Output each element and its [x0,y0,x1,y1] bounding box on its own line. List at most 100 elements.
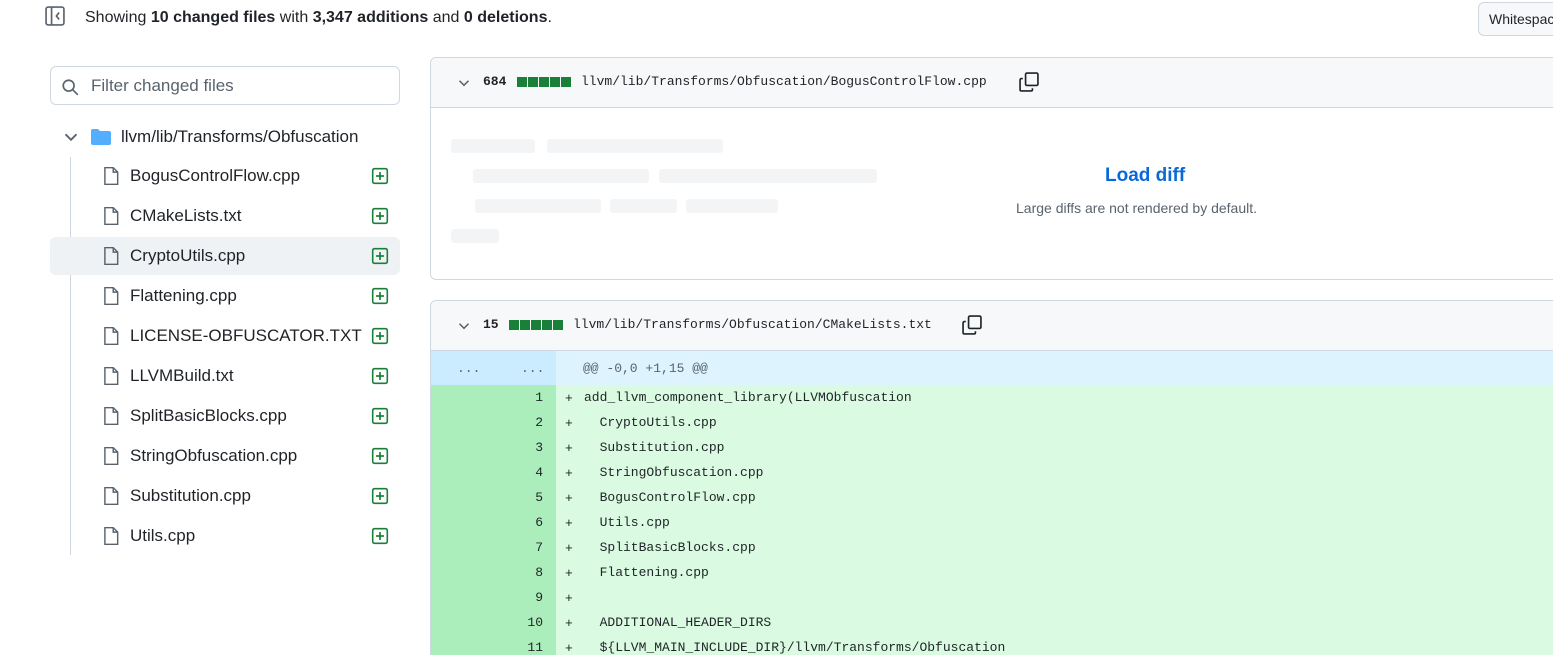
chevron-down-icon[interactable] [60,126,82,148]
tree-file-name: SplitBasicBlocks.cpp [130,406,287,425]
tree-file-item[interactable]: SplitBasicBlocks.cpp [50,397,400,435]
skeleton-line [659,169,877,183]
file-icon [104,206,119,226]
tree-file-item[interactable]: StringObfuscation.cpp [50,437,400,475]
addition-marker: + [565,516,573,531]
code-text: StringObfuscation.cpp [584,465,764,480]
filter-files-field[interactable] [50,66,400,105]
file-added-icon [371,447,389,465]
line-number[interactable]: 8 [491,565,543,580]
skeleton-line [686,199,778,213]
copy-icon[interactable] [961,314,983,336]
changed-files-count: 10 changed files [150,9,276,26]
code-text: CryptoUtils.cpp [584,415,717,430]
code-line-added: 5 + BogusControlFlow.cpp [431,485,1553,510]
addition-marker: + [565,591,573,606]
tree-file-name: LLVMBuild.txt [130,366,234,385]
summary-and: and [432,9,460,26]
tree-file-item[interactable]: LLVMBuild.txt [50,357,400,395]
tree-file-name: Flattening.cpp [130,286,237,305]
file-added-icon [371,207,389,225]
tree-file-item[interactable]: Substitution.cpp [50,477,400,515]
load-diff-link[interactable]: Load diff [1105,165,1185,187]
line-number[interactable]: 6 [491,515,543,530]
diff-file-path[interactable]: llvm/lib/Transforms/Obfuscation/CMakeLis… [573,317,932,332]
expand-down-button[interactable]: ... [521,361,544,376]
addition-marker: + [565,416,573,431]
diff-code: ... ... @@ -0,0 +1,15 @@ 1 + add_llvm_comp… [431,351,1553,655]
line-number[interactable]: 7 [491,540,543,555]
addition-marker: + [565,616,573,631]
summary-prefix: Showing [85,9,147,26]
code-text: BogusControlFlow.cpp [584,490,756,505]
addition-marker: + [565,541,573,556]
summary-with: with [279,9,309,26]
hunk-header: @@ -0,0 +1,15 @@ [583,361,708,376]
additions-count: 3,347 additions [312,9,429,26]
code-line-added: 6 + Utils.cpp [431,510,1553,535]
file-icon [104,246,119,266]
file-icon [104,286,119,306]
chevron-down-icon[interactable] [455,317,473,335]
search-icon [62,79,79,96]
tree-file-item[interactable]: CryptoUtils.cpp [50,237,400,275]
diff-header: 15 llvm/lib/Transforms/Obfuscation/CMake… [431,301,1553,351]
line-number[interactable]: 1 [491,390,543,405]
diff-header: 684 llvm/lib/Transforms/Obfuscation/Bogu… [431,58,1553,108]
code-line-added: 10 + ADDITIONAL_HEADER_DIRS [431,610,1553,635]
code-text: SplitBasicBlocks.cpp [584,540,756,555]
code-lines: 1 + add_llvm_component_library(LLVMObfusca… [431,385,1553,655]
toggle-file-tree-icon[interactable] [44,5,66,27]
diff-file-path[interactable]: llvm/lib/Transforms/Obfuscation/BogusCon… [581,74,987,89]
code-line-added: 8 + Flattening.cpp [431,560,1553,585]
filter-files-input[interactable] [91,67,391,104]
load-diff-placeholder: Load diff Large diffs are not rendered b… [431,108,1553,279]
file-added-icon [371,527,389,545]
tree-file-item[interactable]: BogusControlFlow.cpp [50,157,400,195]
code-text: Utils.cpp [584,515,670,530]
skeleton-line [547,139,723,153]
file-diff-cmakelists: 1 5 llvm/lib/Transforms/Obfuscation/CMake… [430,300,1553,655]
hunk-header-row: ... ... @@ -0,0 +1,15 @@ [431,351,1553,385]
line-number[interactable]: 10 [491,615,543,630]
tree-directory[interactable]: llvm/lib/Transforms/Obfuscation [58,120,398,154]
file-icon [104,486,119,506]
tree-file-item[interactable]: CMakeLists.txt [50,197,400,235]
diff-summary: Showing 10 changed files with 3,347 addi… [85,8,552,28]
code-line-added: 3 + Substitution.cpp [431,435,1553,460]
addition-marker: + [565,641,573,655]
skeleton-line [451,139,535,153]
tree-file-name: Utils.cpp [130,526,196,545]
line-number[interactable]: 11 [491,640,543,655]
directory-name: llvm/lib/Transforms/Obfuscation [121,127,359,146]
line-number[interactable]: 2 [491,415,543,430]
skeleton-line [610,199,677,213]
deletions-count: 0 deletions [463,9,548,26]
line-number[interactable]: 5 [491,490,543,505]
addition-marker: + [565,441,573,456]
addition-marker: + [565,466,573,481]
skeleton-line [473,169,649,183]
expand-up-button[interactable]: ... [457,361,480,376]
whitespace-button[interactable]: Whitespace [1478,2,1553,36]
line-number[interactable]: 3 [491,440,543,455]
code-line-added: 11 + ${LLVM_MAIN_INCLUDE_DIR}/llvm/Transf… [431,635,1553,655]
tree-file-item[interactable]: LICENSE-OBFUSCATOR.TXT [50,317,400,355]
file-icon [104,366,119,386]
file-added-icon [371,247,389,265]
chevron-down-icon[interactable] [455,74,473,92]
line-number[interactable]: 9 [491,590,543,605]
line-number[interactable]: 4 [491,465,543,480]
file-icon [104,446,119,466]
tree-file-name: CMakeLists.txt [130,206,242,225]
file-icon [104,526,119,546]
file-added-icon [371,487,389,505]
tree-file-item[interactable]: Flattening.cpp [50,277,400,315]
code-text: ${LLVM_MAIN_INCLUDE_DIR}/llvm/Transforms… [584,640,1006,655]
file-icon [104,326,119,346]
diffstat-bars [517,77,571,87]
tree-file-item[interactable]: Utils.cpp [50,517,400,555]
file-added-icon [371,327,389,345]
code-text: Substitution.cpp [584,440,725,455]
copy-icon[interactable] [1018,71,1040,93]
